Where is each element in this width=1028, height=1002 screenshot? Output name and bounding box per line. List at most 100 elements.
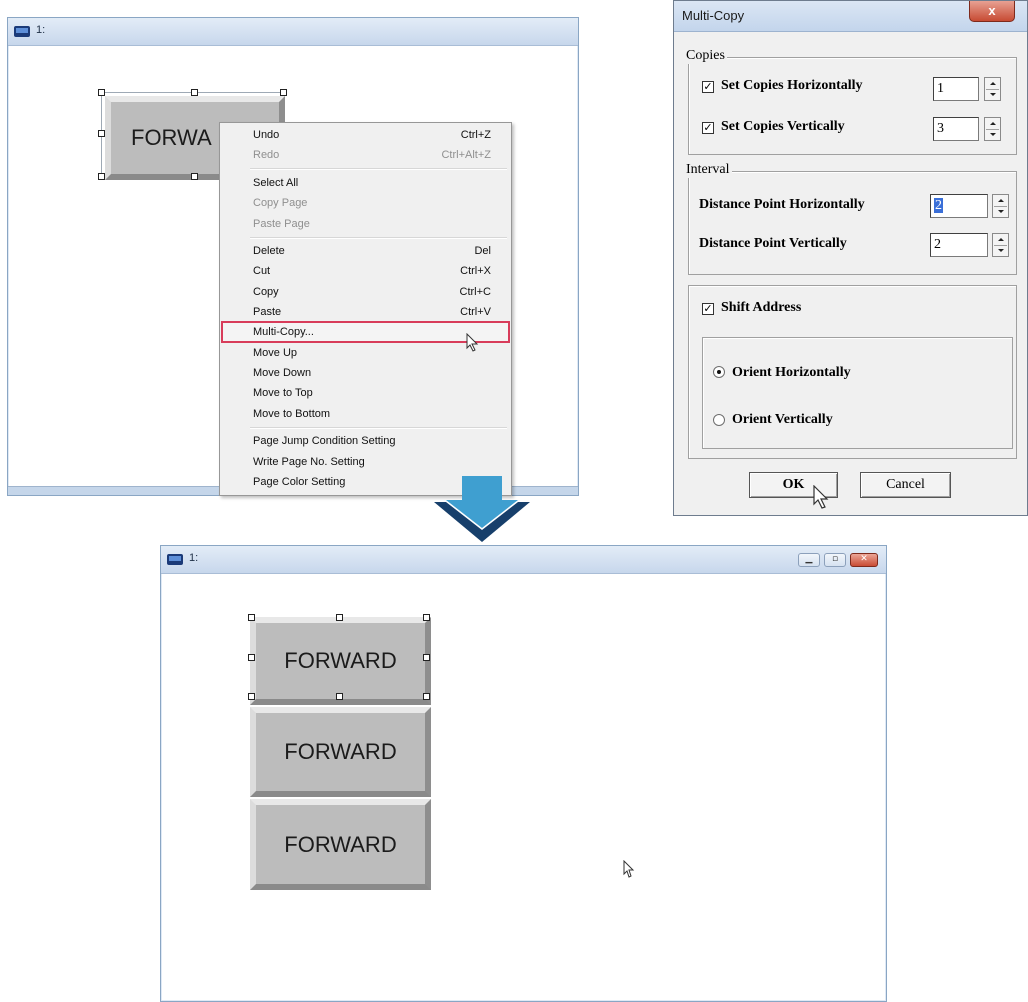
resize-handle[interactable] — [423, 614, 430, 621]
resize-handle[interactable] — [280, 89, 287, 96]
forward-button-widget-3[interactable]: FORWARD — [250, 799, 431, 890]
resize-handle[interactable] — [248, 654, 255, 661]
copies-horizontally-spinner[interactable] — [984, 77, 1001, 101]
menu-item-label: Copy — [253, 286, 279, 298]
minimize-button[interactable]: ▁ — [798, 553, 820, 567]
menu-item-label: Undo — [253, 129, 280, 141]
set-copies-vertically-label: Set Copies Vertically — [721, 119, 845, 134]
copies-horizontally-input[interactable]: 1 — [933, 77, 979, 101]
menu-item-label: Move Up — [253, 347, 298, 359]
copies-horizontally-value: 1 — [937, 81, 944, 96]
close-button[interactable]: ✕ — [850, 553, 878, 567]
dialog-titlebar: Multi-Copy x — [674, 1, 1027, 32]
bottom-window-title: 1: — [189, 552, 199, 564]
menu-item-label: Paste Page — [253, 218, 310, 230]
orient-horizontally-radio[interactable] — [713, 366, 725, 378]
ok-button-label: OK — [782, 477, 805, 492]
orient-vertically-radio[interactable] — [713, 414, 725, 426]
menu-item-move-to-bottom[interactable]: Move to Bottom — [222, 404, 509, 424]
resize-handle[interactable] — [191, 173, 198, 180]
distance-point-vertically-label: Distance Point Vertically — [699, 236, 847, 251]
forward-button-text: FORWA — [131, 125, 212, 150]
distance-vertically-value: 2 — [934, 237, 941, 252]
menu-item-redo[interactable]: Redo Ctrl+Alt+Z — [222, 145, 509, 165]
menu-item-label: Paste — [253, 306, 282, 318]
menu-item-select-all[interactable]: Select All — [222, 173, 509, 193]
resize-handle[interactable] — [423, 693, 430, 700]
menu-item-move-down[interactable]: Move Down — [222, 363, 509, 383]
menu-item-shortcut: Del — [474, 245, 491, 257]
menu-item-copy-page[interactable]: Copy Page — [222, 193, 509, 213]
menu-item-delete[interactable]: Delete Del — [222, 241, 509, 261]
menu-item-move-to-top[interactable]: Move to Top — [222, 383, 509, 403]
restore-button[interactable]: ▫ — [824, 553, 846, 567]
check-icon: ✓ — [703, 121, 713, 134]
check-icon: ✓ — [703, 80, 713, 93]
resize-handle[interactable] — [98, 173, 105, 180]
menu-item-shortcut: Ctrl+Alt+Z — [441, 149, 491, 161]
copies-group-label: Copies — [684, 48, 727, 64]
context-menu: Undo Ctrl+Z Redo Ctrl+Alt+Z Select All Cop… — [219, 122, 512, 496]
shift-address-checkbox[interactable]: ✓ — [702, 303, 714, 315]
top-window-title: 1: — [36, 24, 46, 36]
mouse-cursor-icon — [623, 860, 635, 878]
menu-item-page-jump-condition[interactable]: Page Jump Condition Setting — [222, 431, 509, 451]
menu-item-label: Select All — [253, 177, 299, 189]
top-window-titlebar: 1: — [8, 18, 578, 46]
menu-item-label: Delete — [253, 245, 285, 257]
distance-vertically-input[interactable]: 2 — [930, 233, 988, 257]
forward-button-widget-1[interactable]: FORWARD — [250, 617, 431, 705]
menu-item-label: Move to Bottom — [253, 408, 331, 420]
menu-item-label: Redo — [253, 149, 280, 161]
menu-separator — [250, 427, 507, 429]
menu-item-cut[interactable]: Cut Ctrl+X — [222, 261, 509, 281]
resize-handle[interactable] — [248, 614, 255, 621]
menu-item-label: Move Down — [253, 367, 312, 379]
set-copies-vertically-checkbox[interactable]: ✓ — [702, 122, 714, 134]
check-icon: ✓ — [703, 302, 713, 315]
shift-address-label: Shift Address — [721, 300, 802, 315]
forward-button-text: FORWARD — [284, 831, 397, 857]
set-copies-horizontally-checkbox[interactable]: ✓ — [702, 81, 714, 93]
resize-handle[interactable] — [423, 654, 430, 661]
distance-vertically-spinner[interactable] — [992, 233, 1009, 257]
copies-vertically-value: 3 — [937, 121, 944, 136]
resize-handle[interactable] — [98, 89, 105, 96]
menu-item-write-page-no[interactable]: Write Page No. Setting — [222, 452, 509, 472]
copies-vertically-input[interactable]: 3 — [933, 117, 979, 141]
orientation-group — [702, 337, 1013, 449]
close-button[interactable]: x — [969, 1, 1015, 22]
distance-horizontally-input[interactable]: 2 — [930, 194, 988, 218]
distance-horizontally-spinner[interactable] — [992, 194, 1009, 218]
menu-item-copy[interactable]: Copy Ctrl+C — [222, 282, 509, 302]
menu-item-shortcut: Ctrl+Z — [460, 129, 491, 141]
resize-handle[interactable] — [248, 693, 255, 700]
menu-item-paste-page[interactable]: Paste Page — [222, 214, 509, 234]
dialog-title: Multi-Copy — [682, 8, 745, 23]
screen-icon — [167, 554, 183, 565]
mouse-cursor-icon — [466, 333, 479, 352]
resize-handle[interactable] — [336, 693, 343, 700]
orient-horizontally-label: Orient Horizontally — [732, 365, 851, 380]
menu-item-undo[interactable]: Undo Ctrl+Z — [222, 125, 509, 145]
resize-handle[interactable] — [336, 614, 343, 621]
resize-handle[interactable] — [191, 89, 198, 96]
multi-copy-dialog: Multi-Copy x Copies ✓ Set Copies Horizon… — [673, 0, 1028, 516]
cancel-button[interactable]: Cancel — [860, 472, 951, 498]
close-icon: x — [988, 3, 996, 18]
resize-handle[interactable] — [98, 130, 105, 137]
menu-item-label: Page Jump Condition Setting — [253, 435, 396, 447]
bottom-editor-window: 1: ▁ ▫ ✕ FORWARD FORWARD FORWARD — [160, 545, 887, 1002]
interval-group-label: Interval — [684, 162, 732, 178]
menu-item-shortcut: Ctrl+V — [460, 306, 491, 318]
forward-button-text: FORWARD — [284, 739, 397, 764]
set-copies-horizontally-label: Set Copies Horizontally — [721, 78, 863, 93]
cancel-button-label: Cancel — [886, 477, 925, 492]
menu-item-label: Copy Page — [253, 197, 308, 209]
menu-item-label: Page Color Setting — [253, 476, 346, 488]
menu-item-paste[interactable]: Paste Ctrl+V — [222, 302, 509, 322]
forward-button-widget-2[interactable]: FORWARD — [250, 707, 431, 797]
menu-item-shortcut: Ctrl+C — [459, 286, 491, 298]
down-arrow-icon — [434, 476, 530, 542]
copies-vertically-spinner[interactable] — [984, 117, 1001, 141]
